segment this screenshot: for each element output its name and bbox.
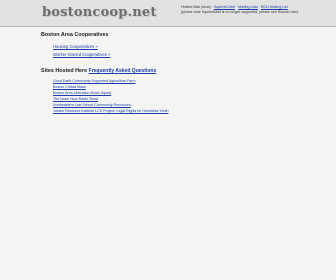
faq-link[interactable]: Frequently Asked Questions [89, 68, 157, 74]
list-item: Housing Cooperatives » [53, 43, 110, 51]
mail-notice: (please note SquirrelMail is no longer s… [181, 10, 299, 15]
worker-coops-link[interactable]: Worker-Owned Cooperatives » [53, 52, 110, 57]
housing-coops-link[interactable]: Housing Cooperatives » [53, 44, 98, 49]
section-title-cooperatives: Boston Area Cooperatives [41, 32, 109, 38]
site-logo[interactable]: bostoncoop.net [42, 5, 157, 20]
site-link[interactable]: Justice Resource Institute LCS Project: … [53, 109, 168, 113]
site-link[interactable]: The Israel Hour Radio Show [53, 97, 98, 101]
site-link[interactable]: Northeastern Law School Community Resour… [53, 103, 131, 107]
site-link[interactable]: Boston Area Liberation Music Squad [53, 91, 111, 95]
hosted-mail-label: Hosted Mail (local) · [181, 5, 213, 9]
site-link[interactable]: Boston Critical Mass [53, 85, 86, 89]
list-item: Worker-Owned Cooperatives » [53, 51, 110, 59]
cooperatives-list: Housing Cooperatives » Worker-Owned Coop… [53, 43, 110, 59]
site-link[interactable]: Good Earth Community Supported Agricultu… [53, 79, 136, 83]
section-title-sites: Sites Hosted Here Frequently Asked Quest… [41, 68, 156, 74]
squirrelcube-link[interactable]: SquirrelCube [214, 5, 235, 9]
mailing-lists-link[interactable]: Mailing Lists [238, 5, 258, 9]
header-links: Hosted Mail (local) · SquirrelCube · Mai… [181, 5, 331, 15]
bcn-mailing-list-link[interactable]: BCN Mailing List [261, 5, 288, 9]
header-bar: bostoncoop.net Hosted Mail (local) · Squ… [0, 0, 336, 27]
sites-list: Good Earth Community Supported Agricultu… [53, 79, 168, 114]
list-item: Justice Resource Institute LCS Project: … [53, 109, 168, 115]
sites-hosted-title: Sites Hosted Here [41, 68, 88, 74]
